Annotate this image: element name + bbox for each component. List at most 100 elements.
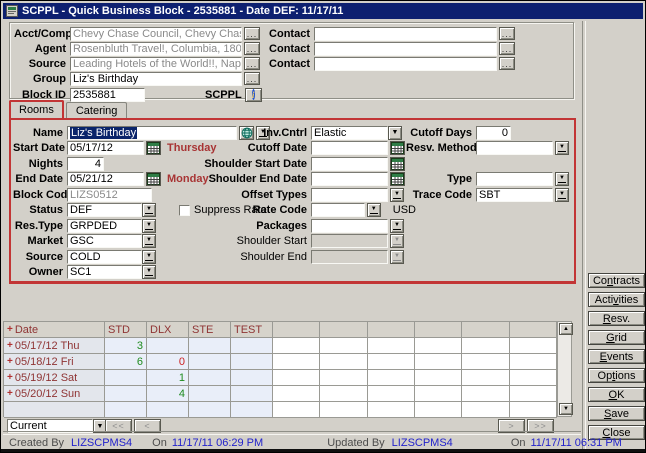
shoulder-end-date-label: Shoulder End Date	[201, 173, 311, 185]
packages-input[interactable]	[311, 219, 388, 233]
owner-list-button[interactable]: ▼	[142, 265, 156, 279]
contact3-browse-button[interactable]: ...	[499, 57, 515, 70]
list-arrow-icon: ▼	[558, 144, 566, 152]
grid-value-cell[interactable]	[189, 338, 231, 354]
grid-date-cell[interactable]: +05/18/12 Fri	[4, 354, 105, 370]
events-button[interactable]: Events	[588, 349, 645, 364]
action-buttons: Contracts Activities Resv. Grid Events Option…	[588, 273, 645, 444]
type-list-button[interactable]: ▼	[555, 172, 569, 186]
grid-value-cell[interactable]	[147, 338, 189, 354]
grid-value-cell[interactable]	[105, 386, 147, 402]
resv-button[interactable]: Resv.	[588, 311, 645, 326]
resv-method-list-button[interactable]: ▼	[555, 141, 569, 155]
offset-types-input[interactable]	[311, 188, 388, 202]
grid-value-cell[interactable]	[189, 354, 231, 370]
cutoff-date-calendar-button[interactable]	[390, 141, 405, 155]
grid-date-cell[interactable]: +05/20/12 Sun	[4, 386, 105, 402]
ok-button[interactable]: OK	[588, 387, 645, 402]
grid-value-cell[interactable]	[231, 338, 273, 354]
tab-catering[interactable]: Catering	[66, 102, 128, 118]
contact3-input[interactable]	[314, 57, 497, 71]
grid-value-cell[interactable]	[231, 354, 273, 370]
source-input[interactable]: Leading Hotels of the World!!, Naples, 1…	[70, 57, 242, 71]
grid-value-cell[interactable]	[231, 386, 273, 402]
contact2-input[interactable]	[314, 42, 497, 56]
activities-button[interactable]: Activities	[588, 292, 645, 307]
grid-date-cell[interactable]	[4, 402, 105, 418]
grid-date-cell-text: 05/19/12 Sat	[15, 372, 77, 384]
shoulder-end-date-input[interactable]	[311, 172, 388, 186]
grid-scrollbar[interactable]: ▲ ▼	[557, 321, 572, 417]
info-button[interactable]: i	[245, 88, 262, 102]
contact2-browse-button[interactable]: ...	[499, 42, 515, 55]
grid-header-dlx: DLX	[147, 322, 189, 338]
inv-cntrl-input[interactable]: Elastic	[311, 126, 388, 140]
resv-method-input[interactable]	[476, 141, 553, 155]
end-date-input[interactable]: 05/21/12	[67, 172, 144, 186]
inv-cntrl-dropdown-button[interactable]: ▼	[388, 126, 402, 140]
grid-value-cell[interactable]	[189, 370, 231, 386]
cutoff-date-input[interactable]	[311, 141, 388, 155]
grid-value-cell[interactable]: 0	[147, 354, 189, 370]
block-code-input[interactable]: LIZS0512	[67, 188, 152, 202]
end-date-calendar-button[interactable]	[146, 172, 161, 186]
cutoff-days-input[interactable]: 0	[476, 126, 511, 140]
scroll-down-icon[interactable]: ▼	[559, 403, 573, 415]
source-code-label: Source	[13, 251, 67, 263]
grid-empty-cell	[510, 386, 557, 402]
tab-rooms[interactable]: Rooms	[9, 100, 64, 118]
res-type-list-button[interactable]: ▼	[142, 219, 156, 233]
agent-input[interactable]: Rosenbluth Travel!, Columbia, 1800-roser	[70, 42, 242, 56]
row-expand-icon: +	[7, 356, 13, 367]
market-list-button[interactable]: ▼	[142, 234, 156, 248]
grid-row: +05/18/12 Fri60	[4, 354, 557, 370]
shoulder-start-date-calendar-button[interactable]	[390, 157, 405, 171]
grid-value-cell[interactable]: 4	[147, 386, 189, 402]
group-browse-button[interactable]: ...	[244, 72, 260, 85]
button-label: R	[603, 313, 611, 325]
grid-value-cell[interactable]	[231, 402, 273, 418]
group-input[interactable]: Liz's Birthday	[70, 72, 242, 86]
grid-button[interactable]: Grid	[588, 330, 645, 345]
suppress-rate-checkbox[interactable]	[179, 205, 190, 216]
options-button[interactable]: Options	[588, 368, 645, 383]
res-type-input[interactable]: GRPDED	[67, 219, 142, 233]
save-button[interactable]: Save	[588, 406, 645, 421]
shoulder-start-date-input[interactable]	[311, 157, 388, 171]
scroll-up-icon[interactable]: ▲	[559, 323, 573, 335]
market-input[interactable]: GSC	[67, 234, 142, 248]
contracts-button[interactable]: Contracts	[588, 273, 645, 288]
grid-value-cell[interactable]	[231, 370, 273, 386]
grid-value-cell[interactable]	[189, 386, 231, 402]
grid-date-cell[interactable]: +05/19/12 Sat	[4, 370, 105, 386]
grid-value-cell[interactable]	[189, 402, 231, 418]
rate-code-list-button[interactable]: ▼	[367, 203, 381, 217]
offset-types-list-button[interactable]: ▼	[390, 188, 404, 202]
grid-value-cell[interactable]: 1	[147, 370, 189, 386]
contact1-browse-button[interactable]: ...	[499, 27, 515, 40]
contact1-input[interactable]	[314, 27, 497, 41]
owner-input[interactable]: SC1	[67, 265, 142, 279]
grid-date-cell[interactable]: +05/17/12 Thu	[4, 338, 105, 354]
grid-value-cell[interactable]	[147, 402, 189, 418]
trace-code-input[interactable]: SBT	[476, 188, 553, 202]
source-list-button[interactable]: ▼	[142, 250, 156, 264]
status-input[interactable]: DEF	[67, 203, 142, 217]
type-input[interactable]	[476, 172, 553, 186]
created-by-value: LIZSCPMS4	[71, 437, 132, 449]
grid-value-cell[interactable]	[105, 402, 147, 418]
grid-value-cell[interactable]	[105, 370, 147, 386]
nights-input[interactable]: 4	[67, 157, 104, 171]
status-list-button[interactable]: ▼	[142, 203, 156, 217]
trace-code-list-button[interactable]: ▼	[555, 188, 569, 202]
rate-code-input[interactable]	[311, 203, 365, 217]
shoulder-end-date-calendar-button[interactable]	[390, 172, 405, 186]
packages-list-button[interactable]: ▼	[390, 219, 404, 233]
grid-value-cell[interactable]: 6	[105, 354, 147, 370]
source-code-input[interactable]: COLD	[67, 250, 142, 264]
status-label: Status	[13, 204, 67, 216]
start-date-calendar-button[interactable]	[146, 141, 161, 155]
grid-value-cell[interactable]: 3	[105, 338, 147, 354]
start-date-input[interactable]: 05/17/12	[67, 141, 144, 155]
acct-comp-input[interactable]: Chevy Chase Council, Chevy Chase, 1800	[70, 27, 242, 41]
